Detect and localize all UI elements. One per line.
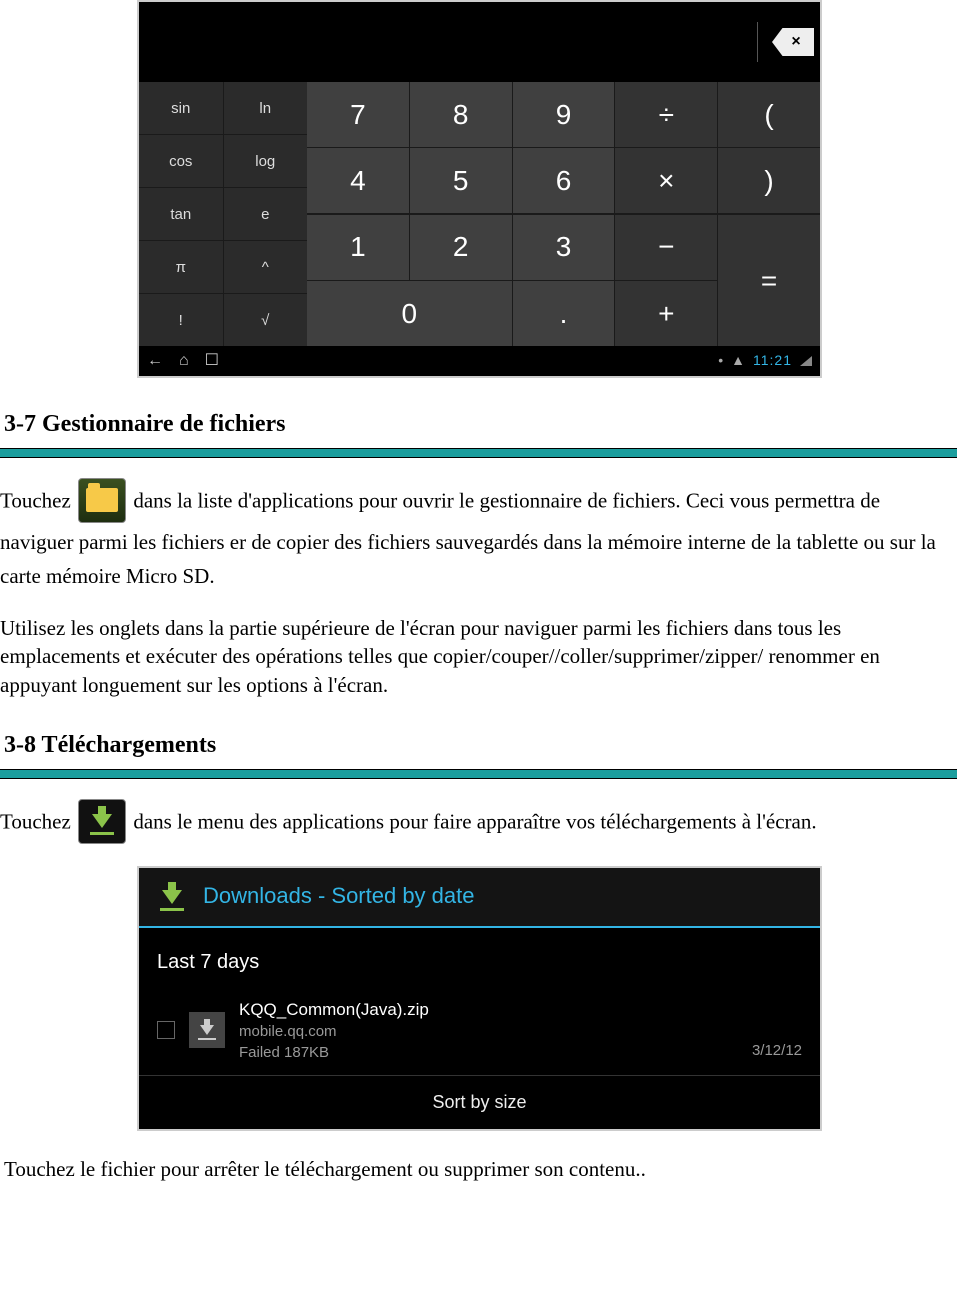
download-date: 3/12/12 [752,1040,802,1063]
downloads-header-icon [155,880,189,914]
download-file-icon [189,1012,225,1048]
section-3-8: 3-8 Téléchargements Touchez dans le menu… [0,729,959,1185]
calculator-delete-area[interactable]: × [757,13,814,71]
key-3[interactable]: 3 [513,215,615,280]
download-status: Failed 187KB [239,1042,738,1063]
downloads-app-icon [78,799,126,844]
warning-icon: ▲ [731,351,745,371]
section-3-7-p2: Utilisez les onglets dans la partie supé… [0,614,955,699]
key-e[interactable]: e [224,188,308,240]
delete-separator [757,22,758,62]
download-source: mobile.qq.com [239,1021,738,1042]
downloads-screenshot: Downloads - Sorted by date Last 7 days K… [137,866,822,1132]
section-3-8-p1: Touchez dans le menu des applications po… [0,801,955,846]
key-eq[interactable]: = [718,215,820,347]
section-divider [0,448,957,458]
key-8[interactable]: 8 [410,82,512,147]
key-plus[interactable]: + [615,281,717,346]
key-log[interactable]: log [224,135,308,187]
key-sqrt[interactable]: √ [224,294,308,346]
file-manager-icon [78,478,126,523]
key-ln[interactable]: ln [224,82,308,134]
key-fact[interactable]: ! [139,294,223,346]
key-dot[interactable]: . [513,281,615,346]
download-arrow-icon [200,1025,214,1035]
key-mul[interactable]: × [615,148,717,213]
key-7[interactable]: 7 [307,82,409,147]
navbar-left: ← ⌂ ☐ [147,350,219,372]
calculator-keypad: sin ln cos log tan e π ^ ! √ 7 8 9 ÷ ( 4… [139,82,820,346]
key-div[interactable]: ÷ [615,82,717,147]
download-checkbox[interactable] [157,1021,175,1039]
back-icon[interactable]: ← [147,350,163,372]
key-lparen[interactable]: ( [718,82,820,147]
text-p1b: dans la liste d'applications pour ouvrir… [0,488,936,588]
section-divider [0,769,957,779]
key-minus[interactable]: − [615,215,717,280]
home-icon[interactable]: ⌂ [179,350,189,372]
key-0[interactable]: 0 [307,281,512,346]
recent-icon[interactable]: ☐ [205,350,219,372]
download-meta: KQQ_Common(Java).zip mobile.qq.com Faile… [239,998,738,1064]
download-item-row[interactable]: KQQ_Common(Java).zip mobile.qq.com Faile… [139,990,820,1077]
key-2[interactable]: 2 [410,215,512,280]
key-9[interactable]: 9 [513,82,615,147]
folder-icon-shape [86,488,118,512]
heading-3-7: 3-7 Gestionnaire de fichiers [4,408,959,442]
key-sin[interactable]: sin [139,82,223,134]
section-3-7-p1: Touchez dans la liste d'applications pou… [0,480,955,594]
wifi-icon [800,356,812,366]
section-3-8-p2: Touchez le fichier pour arrêter le téléc… [4,1155,955,1184]
key-4[interactable]: 4 [307,148,409,213]
downloads-header: Downloads - Sorted by date [139,868,820,928]
calculator-screenshot: × sin ln cos log tan e π ^ ! √ 7 8 9 ÷ (… [137,0,822,378]
text-touchez: Touchez [0,488,76,512]
heading-3-8: 3-8 Téléchargements [4,729,959,763]
calculator-display-bar: × [139,2,820,82]
text-touchez: Touchez [0,809,76,833]
status-time: 11:21 [753,351,792,371]
downloads-section-label: Last 7 days [139,928,820,990]
navbar-right: • ▲ 11:21 [718,351,812,371]
key-6[interactable]: 6 [513,148,615,213]
key-cos[interactable]: cos [139,135,223,187]
calculator-num-grid: 7 8 9 ÷ ( 4 5 6 × ) 1 2 3 − = 0 . + [307,82,820,346]
backspace-icon[interactable]: × [772,28,814,56]
section-3-7: 3-7 Gestionnaire de fichiers Touchez dan… [0,408,959,699]
downloads-header-title: Downloads - Sorted by date [203,881,475,912]
download-arrow-icon [92,814,112,828]
android-navbar: ← ⌂ ☐ • ▲ 11:21 [139,346,820,376]
download-filename: KQQ_Common(Java).zip [239,998,738,1022]
key-1[interactable]: 1 [307,215,409,280]
key-tan[interactable]: tan [139,188,223,240]
text-p1b: dans le menu des applications pour faire… [133,809,816,833]
calculator-sci-column: sin ln cos log tan e π ^ ! √ [139,82,307,346]
downloads-sort-button[interactable]: Sort by size [139,1076,820,1129]
key-pi[interactable]: π [139,241,223,293]
key-5[interactable]: 5 [410,148,512,213]
key-pow[interactable]: ^ [224,241,308,293]
download-arrow-icon [162,890,182,904]
status-dot-icon: • [718,351,723,371]
key-rparen[interactable]: ) [718,148,820,213]
